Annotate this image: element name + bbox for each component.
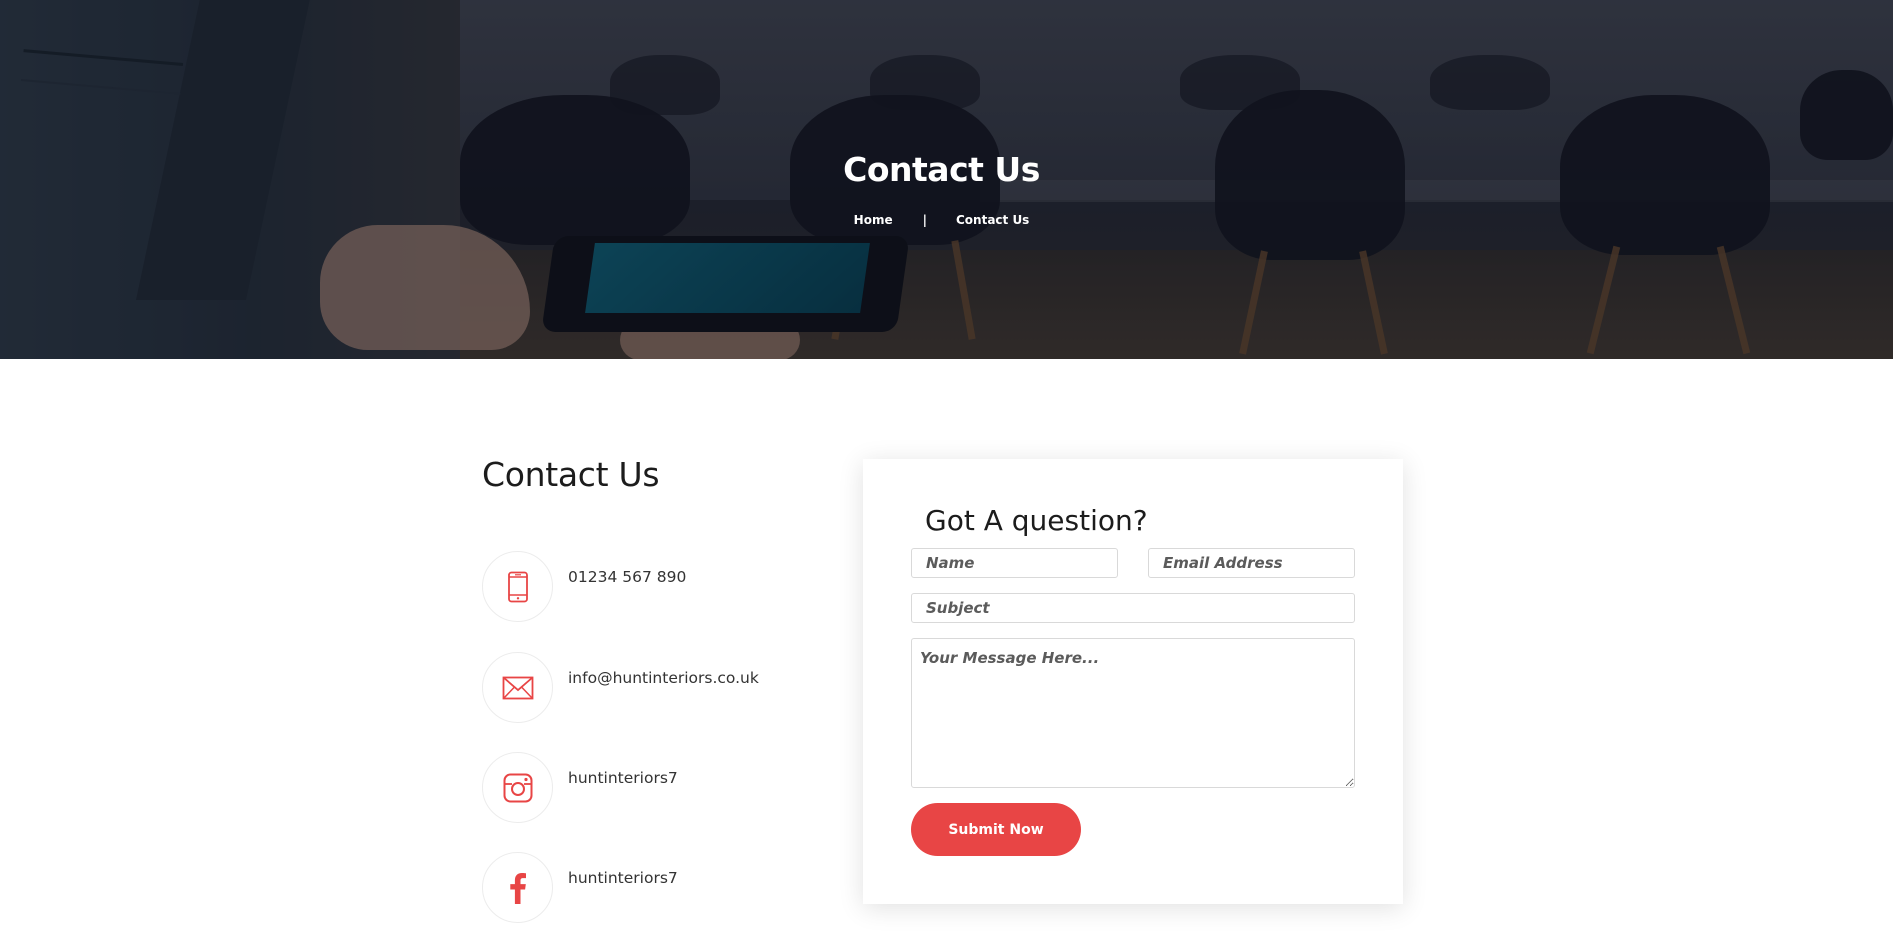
name-field[interactable] (911, 548, 1118, 578)
contact-email-text[interactable]: info@huntinteriors.co.uk (568, 669, 759, 687)
breadcrumb-home-link[interactable]: Home (854, 213, 893, 227)
facebook-icon-circle (482, 852, 553, 923)
facebook-icon (509, 872, 526, 904)
contact-instagram-text[interactable]: huntinteriors7 (568, 769, 678, 787)
breadcrumb-separator: | (922, 213, 927, 227)
submit-button[interactable]: Submit Now (911, 803, 1081, 856)
subject-field[interactable] (911, 593, 1355, 623)
phone-icon-circle (482, 551, 553, 622)
email-field[interactable] (1148, 548, 1355, 578)
contact-item-facebook: huntinteriors7 (482, 852, 782, 924)
contact-phone-text[interactable]: 01234 567 890 (568, 568, 686, 586)
breadcrumb-current: Contact Us (955, 213, 1030, 227)
contact-facebook-text[interactable]: huntinteriors7 (568, 869, 678, 887)
contact-item-phone: 01234 567 890 (482, 551, 782, 623)
contact-heading: Contact Us (482, 455, 660, 494)
hero-banner: Contact Us Home | Contact Us (0, 0, 1893, 359)
page-title: Contact Us (843, 150, 1040, 189)
phone-icon (507, 571, 528, 602)
mail-icon (502, 676, 533, 699)
instagram-icon (503, 773, 532, 802)
contact-item-email: info@huntinteriors.co.uk (482, 652, 782, 724)
contact-item-instagram: huntinteriors7 (482, 752, 782, 824)
message-field[interactable] (911, 638, 1355, 788)
breadcrumb: Home | Contact Us (0, 213, 1883, 227)
mail-icon-circle (482, 652, 553, 723)
instagram-icon-circle (482, 752, 553, 823)
form-title: Got A question? (925, 504, 1148, 537)
contact-form-card: Got A question? Submit Now (863, 459, 1403, 904)
